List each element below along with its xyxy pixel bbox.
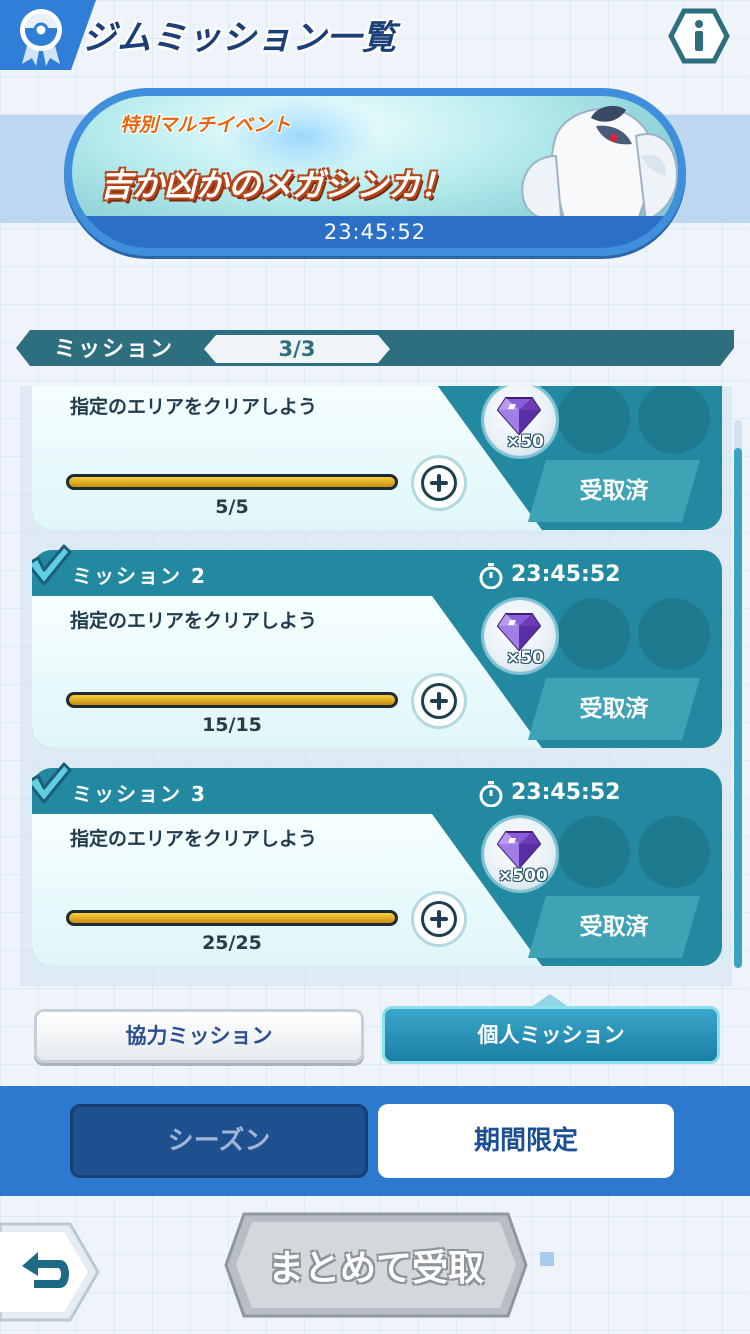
progress-fill	[69, 913, 395, 923]
mission-description: 指定のエリアをクリアしよう	[70, 610, 318, 632]
event-title: 吉か凶かのメガシンカ！	[100, 166, 453, 204]
plus-button[interactable]	[414, 894, 464, 944]
reward-item[interactable]: ×50	[484, 386, 556, 456]
gem-icon	[496, 831, 542, 870]
progress-fill	[69, 695, 395, 705]
mission-name: ミッション 3	[72, 782, 207, 806]
stopwatch-icon	[479, 781, 503, 807]
pokeball-medal-icon	[20, 9, 62, 66]
mission-bar-label: ミッション	[54, 337, 175, 362]
mission-list[interactable]: 指定のエリアをクリアしよう 5/5 ×50 受取済 ミッション 2 23:45:…	[32, 386, 722, 970]
progress-bar	[66, 910, 398, 926]
page-title: ジムミッション一覧	[82, 18, 397, 58]
reward-quantity: ×500	[498, 866, 548, 886]
tab-limited-time[interactable]: 期間限定	[378, 1104, 674, 1178]
plus-icon	[421, 901, 457, 937]
progress-bar	[66, 692, 398, 708]
check-icon	[32, 544, 72, 586]
event-subtitle: 特別マルチイベント	[120, 114, 292, 136]
mission-card: ミッション 2 23:45:52 指定のエリアをクリアしよう 15/15 ×50…	[32, 544, 722, 748]
mission-timer-text: 23:45:52	[511, 562, 621, 587]
received-button[interactable]: 受取済	[528, 460, 700, 522]
event-banner-inner: 特別マルチイベント 吉か凶かのメガシンカ！ 23:45:52	[72, 96, 678, 248]
empty-reward-slot	[638, 598, 710, 670]
mission-description: 指定のエリアをクリアしよう	[70, 396, 318, 418]
header: ジムミッション一覧	[0, 0, 750, 84]
event-timer-bar: 23:45:52	[72, 216, 678, 248]
progress-text: 5/5	[215, 496, 249, 518]
reward-quantity: ×50	[506, 648, 544, 668]
back-arrow-icon[interactable]	[0, 1222, 100, 1322]
tab-personal-missions[interactable]: 個人ミッション	[382, 1006, 720, 1064]
empty-reward-slot	[558, 598, 630, 670]
scrollbar-thumb[interactable]	[734, 448, 742, 968]
mission-card: ミッション 3 23:45:52 指定のエリアをクリアしよう 25/25 ×50…	[32, 762, 722, 966]
plus-icon	[421, 683, 457, 719]
tab-coop-missions[interactable]: 協力ミッション	[34, 1009, 364, 1063]
progress-bar	[66, 474, 398, 490]
empty-reward-slot	[638, 386, 710, 454]
empty-reward-slot	[558, 816, 630, 888]
decorative-square	[540, 1252, 554, 1266]
gem-icon	[496, 397, 542, 436]
progress-fill	[69, 477, 395, 487]
event-pokemon-art	[521, 105, 678, 226]
plus-button[interactable]	[414, 676, 464, 726]
empty-reward-slot	[558, 386, 630, 454]
mission-card: 指定のエリアをクリアしよう 5/5 ×50 受取済	[32, 386, 722, 530]
empty-reward-slot	[638, 816, 710, 888]
received-button[interactable]: 受取済	[528, 896, 700, 958]
tab-season[interactable]: シーズン	[70, 1104, 368, 1178]
stopwatch-icon	[479, 563, 503, 589]
info-icon[interactable]	[668, 8, 730, 64]
reward-item[interactable]: ×500	[484, 818, 556, 890]
progress-text: 25/25	[202, 932, 262, 954]
progress-text: 15/15	[202, 714, 262, 736]
mission-description: 指定のエリアをクリアしよう	[70, 828, 318, 850]
received-button[interactable]: 受取済	[528, 678, 700, 740]
plus-button[interactable]	[414, 458, 464, 508]
reward-quantity: ×50	[506, 432, 544, 452]
gem-icon	[496, 613, 542, 652]
mission-name: ミッション 2	[72, 564, 207, 588]
mission-count: 3/3	[204, 335, 390, 363]
event-timer: 23:45:52	[323, 220, 427, 244]
screen: { "header": { "title": "ジムミッション一覧", "bad…	[0, 0, 750, 1334]
receive-all-label: まとめて受取	[267, 1248, 484, 1289]
event-banner[interactable]: 特別マルチイベント 吉か凶かのメガシンカ！ 23:45:52	[64, 88, 686, 256]
reward-item[interactable]: ×50	[484, 600, 556, 672]
mission-timer-text: 23:45:52	[511, 780, 621, 805]
plus-icon	[421, 465, 457, 501]
check-icon	[32, 762, 72, 804]
